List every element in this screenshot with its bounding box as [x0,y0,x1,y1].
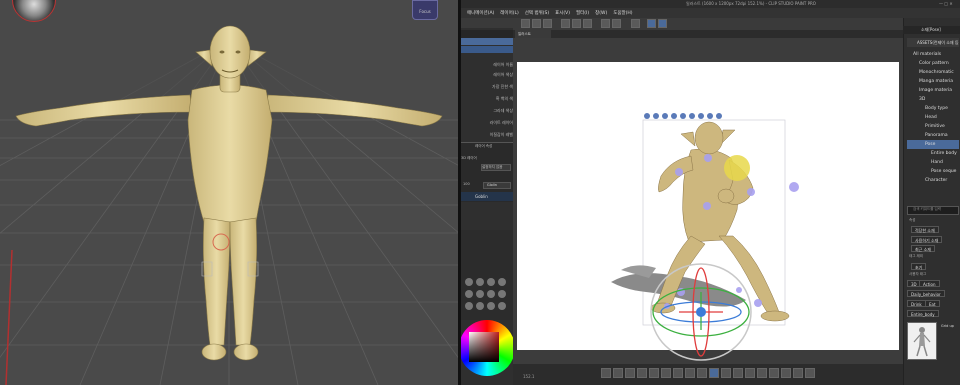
pose-tool-button[interactable] [649,368,659,378]
tree-item-character[interactable]: Character [925,176,947,185]
tree-item-3d[interactable]: 3D [919,95,925,104]
pose-tool-button[interactable] [757,368,767,378]
camera-button[interactable] [637,368,647,378]
filter-button-recent[interactable]: 최근 소재 [911,245,935,252]
assets-header[interactable]: ASSETS(런제이 소재 등) [907,38,959,47]
thumbnail-label: Grid up [941,324,954,328]
thumbnail-figure [913,327,931,357]
tree-item-pose[interactable]: Pose [925,140,935,149]
tree-item-pose-sequence[interactable]: Pose seque [931,167,956,176]
tree-item-primitive[interactable]: Primitive [925,122,945,131]
pose-tool-button[interactable] [709,368,719,378]
tree-item-entire-body[interactable]: Entire body [931,149,957,158]
tag-exclude-label: 태그 제외 [909,254,923,258]
tag-daily-behavior[interactable]: Daily_behavior [907,290,945,297]
tag-drink[interactable]: Drink [907,300,926,307]
pose-tool-button[interactable] [673,368,683,378]
goblin-3d-model[interactable] [0,0,458,385]
canvas-control-bar [513,364,903,385]
rotate-left-button[interactable] [601,368,611,378]
pose-tool-button[interactable] [721,368,731,378]
clip-studio-window: 일러스트 (1600 x 1200px 72dpi 152.1%) - CLIP… [461,0,960,385]
tree-item-image-material[interactable]: Image materia [919,86,952,95]
tree-item-panorama[interactable]: Panorama [925,131,948,140]
tree-item-all-materials[interactable]: All materials [913,50,941,59]
flip-button[interactable] [625,368,635,378]
pose-tool-button[interactable] [769,368,779,378]
zoom-readout: 152.1 [523,374,535,379]
tree-item-manga-material[interactable]: Manga materia [919,77,953,86]
tree-item-color-pattern[interactable]: Color pattern [919,59,949,68]
pose-tool-button[interactable] [793,368,803,378]
materials-title: 소재[Pose] [921,27,941,32]
rotate-right-button[interactable] [613,368,623,378]
materials-search-placeholder: 검색 키워드를 입력 [913,207,941,211]
pose-tool-button[interactable] [697,368,707,378]
posed-goblin-model[interactable] [461,0,960,385]
tag-action[interactable]: Action [919,280,940,287]
tag-clear-button[interactable]: 초기 [911,263,927,270]
tree-item-monochromatic[interactable]: Monochromatic [919,68,954,77]
pose-tool-button[interactable] [805,368,815,378]
pose-tool-button[interactable] [661,368,671,378]
tree-item-body-type[interactable]: Body type [925,104,948,113]
user-tags-label: 사용자 태그 [909,272,927,276]
tree-item-hand[interactable]: Hand [931,158,943,167]
filter-button-used[interactable]: 사용하기 소재 [911,236,943,243]
pose-tool-button[interactable] [685,368,695,378]
pose-tool-button[interactable] [733,368,743,378]
tree-item-head[interactable]: Head [925,113,937,122]
filter-button-suitable[interactable]: 적당한 소재 [911,226,939,233]
pose-tool-button[interactable] [745,368,755,378]
tag-eat[interactable]: Eat [925,300,940,307]
tag-entire-body[interactable]: Entire_body [907,310,939,317]
materials-section-label: 속성 [909,218,916,222]
3d-viewport[interactable]: Focus [0,0,458,385]
pose-tool-button[interactable] [781,368,791,378]
